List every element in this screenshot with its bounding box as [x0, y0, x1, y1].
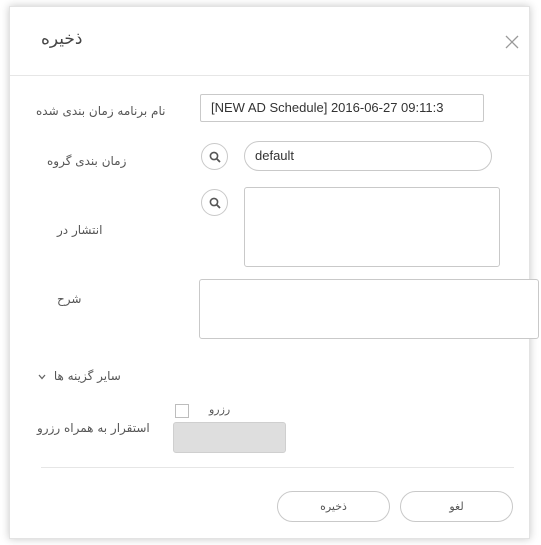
- publish-in-label: انتشار در: [57, 223, 103, 237]
- description-textarea[interactable]: [199, 279, 539, 339]
- save-button[interactable]: ذخیره: [277, 491, 390, 522]
- publish-in-search-button[interactable]: [201, 189, 228, 216]
- schedule-group-input[interactable]: default: [244, 141, 492, 171]
- description-label: شرح: [57, 292, 82, 306]
- more-options-toggle[interactable]: سایر گزینه ها: [38, 369, 121, 383]
- schedule-group-label: زمان بندی گروه: [47, 154, 127, 168]
- schedule-name-input[interactable]: [NEW AD Schedule] 2016-06-27 09:11:3: [200, 94, 484, 122]
- dialog-title: ذخیره: [41, 29, 83, 49]
- schedule-group-search-button[interactable]: [201, 143, 228, 170]
- deploy-with-reservation-label: استقرار به همراه رزرو: [37, 421, 150, 435]
- reservation-checkbox-label: رزرو: [209, 403, 231, 416]
- close-icon[interactable]: [503, 33, 521, 51]
- chevron-down-icon: [38, 374, 46, 379]
- more-options-label: سایر گزینه ها: [53, 369, 121, 383]
- search-icon: [209, 151, 221, 163]
- schedule-name-label: نام برنامه زمان بندی شده: [36, 104, 166, 118]
- reservation-checkbox[interactable]: [175, 404, 189, 418]
- publish-in-list[interactable]: [244, 187, 500, 267]
- save-dialog: ذخیره نام برنامه زمان بندی شده [NEW AD S…: [9, 6, 539, 539]
- search-icon: [209, 197, 221, 209]
- reservation-value-field: [173, 422, 286, 453]
- dialog-header: ذخیره: [10, 7, 529, 76]
- cancel-button[interactable]: لغو: [400, 491, 513, 522]
- footer-divider: [41, 467, 514, 468]
